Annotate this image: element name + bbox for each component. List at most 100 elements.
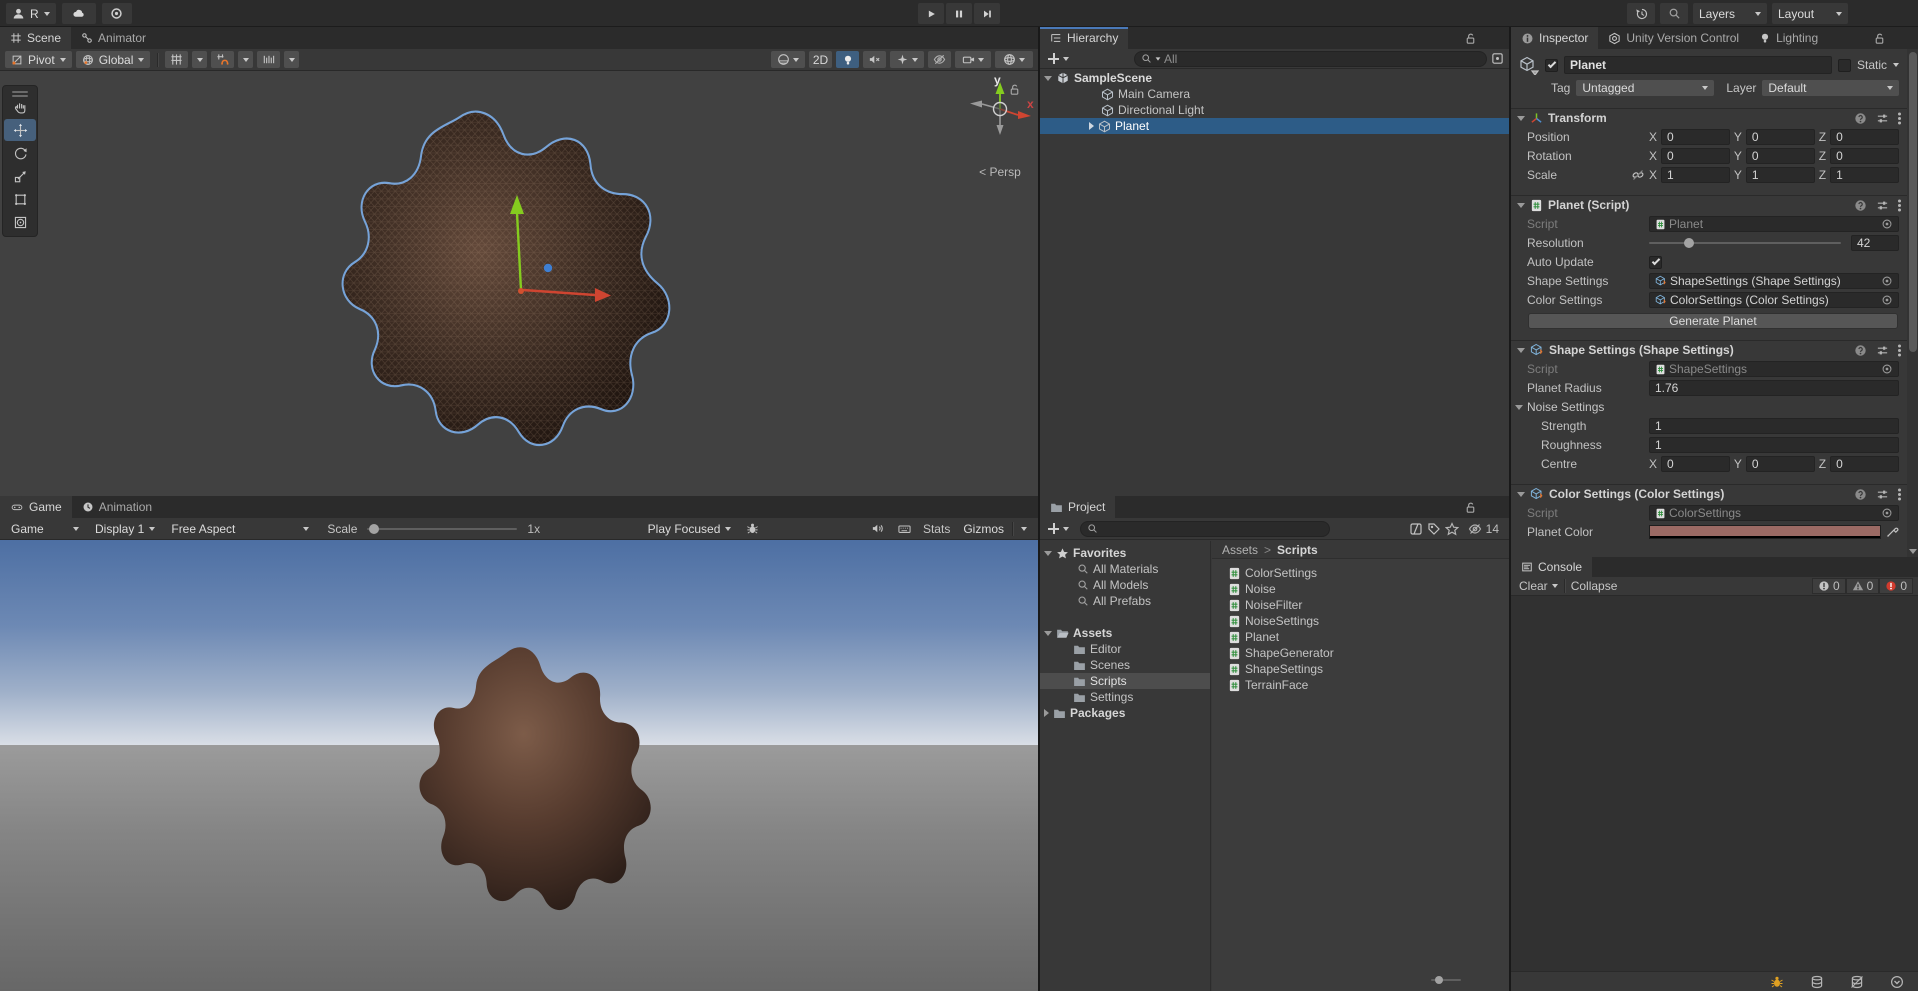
gameobject-name-field[interactable]: Planet: [1564, 56, 1832, 74]
hierarchy-item-directional-light[interactable]: Directional Light: [1040, 102, 1509, 118]
roughness-field[interactable]: 1: [1649, 437, 1899, 453]
stats-button[interactable]: Stats: [920, 520, 953, 537]
planet-radius-field[interactable]: 1.76: [1649, 380, 1899, 396]
error-count-badge[interactable]: 0: [1879, 578, 1913, 594]
search-by-type-icon[interactable]: [1409, 522, 1423, 536]
scroll-down-arrow[interactable]: [1908, 549, 1917, 554]
game-viewport[interactable]: [0, 540, 1038, 991]
shape-settings-object-field[interactable]: ShapeSettings (Shape Settings): [1649, 273, 1899, 289]
move-tool-button[interactable]: [4, 119, 36, 141]
favorite-all-materials[interactable]: All Materials: [1040, 561, 1210, 577]
2d-mode-button[interactable]: 2D: [809, 51, 832, 68]
presets-icon[interactable]: [1876, 344, 1889, 357]
global-dropdown[interactable]: Global: [75, 51, 151, 68]
asset-colorsettings[interactable]: ColorSettings: [1212, 565, 1509, 581]
asset-noisesettings[interactable]: NoiseSettings: [1212, 613, 1509, 629]
tab-animator[interactable]: Animator: [71, 27, 156, 49]
object-picker-icon[interactable]: [1881, 363, 1893, 375]
component-menu-kebab-icon[interactable]: [1898, 492, 1901, 496]
transform-header[interactable]: Transform: [1511, 108, 1907, 127]
hand-tool-button[interactable]: [4, 96, 36, 118]
pivot-dropdown[interactable]: Pivot: [5, 51, 72, 68]
layout-dropdown[interactable]: Layout: [1772, 3, 1848, 24]
tab-version-control[interactable]: Unity Version Control: [1598, 27, 1749, 49]
scene-lighting-button[interactable]: [836, 51, 859, 68]
asset-noise[interactable]: Noise: [1212, 581, 1509, 597]
tab-game[interactable]: Game: [0, 496, 72, 518]
undo-history-button[interactable]: [1627, 3, 1655, 24]
unlink-icon[interactable]: [1631, 168, 1645, 182]
layers-dropdown[interactable]: Layers: [1693, 3, 1767, 24]
planet-color-swatch[interactable]: [1649, 525, 1881, 539]
eyedropper-icon[interactable]: [1885, 525, 1899, 539]
project-create-button[interactable]: [1045, 520, 1072, 537]
component-menu-kebab-icon[interactable]: [1898, 203, 1901, 207]
foldout-open-icon[interactable]: [1517, 115, 1525, 121]
frame-debugger-button[interactable]: [741, 520, 764, 537]
position-z-field[interactable]: 0: [1830, 129, 1899, 145]
resolution-value-field[interactable]: 42: [1851, 235, 1899, 251]
strength-field[interactable]: 1: [1649, 418, 1899, 434]
script-object-field[interactable]: Planet: [1649, 216, 1899, 232]
hierarchy-lock-icon[interactable]: [1464, 32, 1477, 45]
cloud-button[interactable]: [61, 3, 96, 24]
inspector-lock-icon[interactable]: [1873, 32, 1886, 45]
centre-x-field[interactable]: 0: [1661, 456, 1730, 472]
mute-audio-button[interactable]: [866, 520, 889, 537]
overlay-drag-handle[interactable]: [12, 91, 28, 93]
increment-snap-caret[interactable]: [284, 51, 300, 68]
static-caret[interactable]: [1893, 63, 1899, 67]
tag-dropdown[interactable]: Untagged: [1576, 80, 1715, 96]
tab-project[interactable]: Project: [1040, 496, 1116, 518]
gizmo-lock-icon[interactable]: [1008, 83, 1021, 96]
object-picker-icon[interactable]: [1881, 218, 1893, 230]
background-tasks-icon[interactable]: [1890, 975, 1904, 989]
foldout-open-icon[interactable]: [1044, 550, 1052, 556]
help-icon[interactable]: [1854, 344, 1867, 357]
tab-console[interactable]: Console: [1511, 557, 1593, 577]
game-scale-slider[interactable]: [367, 523, 518, 534]
search-filter-caret[interactable]: [1155, 56, 1161, 61]
folder-editor[interactable]: Editor: [1040, 641, 1210, 657]
rotation-y-field[interactable]: 0: [1745, 148, 1815, 164]
assets-root[interactable]: Assets: [1040, 625, 1210, 641]
scale-tool-button[interactable]: [4, 165, 36, 187]
cache-server-disconnected-icon[interactable]: [1850, 975, 1864, 989]
folder-scenes[interactable]: Scenes: [1040, 657, 1210, 673]
transform-tool-button[interactable]: [4, 211, 36, 233]
grid-visibility-button[interactable]: [165, 51, 189, 68]
tab-inspector[interactable]: Inspector: [1511, 27, 1599, 49]
orientation-gizmo[interactable]: [962, 79, 1038, 143]
clear-button[interactable]: Clear: [1516, 578, 1561, 595]
foldout-open-icon[interactable]: [1517, 347, 1525, 353]
active-checkbox[interactable]: [1545, 58, 1558, 72]
hidden-packages-counter[interactable]: 14: [1463, 521, 1504, 537]
color-settings-header[interactable]: Color Settings (Color Settings): [1511, 484, 1907, 503]
script-object-field[interactable]: ColorSettings: [1649, 505, 1899, 521]
rect-tool-button[interactable]: [4, 188, 36, 210]
static-checkbox[interactable]: [1837, 58, 1851, 72]
breadcrumb-scripts[interactable]: Scripts: [1277, 543, 1318, 557]
snap-toggle-button[interactable]: [211, 51, 235, 68]
component-menu-kebab-icon[interactable]: [1898, 348, 1901, 352]
aspect-dropdown[interactable]: Free Aspect: [165, 520, 315, 537]
cache-server-icon[interactable]: [1810, 975, 1824, 989]
hierarchy-item-scene[interactable]: SampleScene: [1040, 70, 1509, 86]
project-search-input[interactable]: [1080, 520, 1330, 537]
component-menu-kebab-icon[interactable]: [1898, 116, 1901, 120]
rotation-z-field[interactable]: 0: [1830, 148, 1899, 164]
scale-x-field[interactable]: 1: [1661, 167, 1730, 183]
planet-script-header[interactable]: Planet (Script): [1511, 195, 1907, 214]
presets-icon[interactable]: [1876, 112, 1889, 125]
scale-z-field[interactable]: 1: [1830, 167, 1899, 183]
object-picker-icon[interactable]: [1881, 294, 1893, 306]
scene-audio-button[interactable]: [863, 51, 886, 68]
presets-icon[interactable]: [1876, 488, 1889, 501]
display-target-dropdown[interactable]: Game: [5, 520, 85, 537]
foldout-open-icon[interactable]: [1517, 491, 1525, 497]
centre-y-field[interactable]: 0: [1745, 456, 1815, 472]
hierarchy-item-planet[interactable]: Planet: [1040, 118, 1509, 134]
play-button[interactable]: [918, 3, 944, 24]
folder-scripts[interactable]: Scripts: [1040, 673, 1210, 689]
rotation-x-field[interactable]: 0: [1661, 148, 1730, 164]
